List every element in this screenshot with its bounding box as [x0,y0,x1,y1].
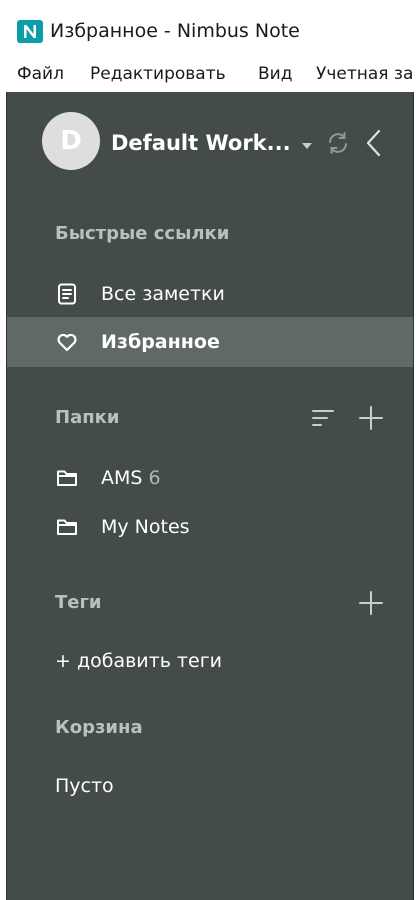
sidebar-item-all-notes[interactable]: Все заметки [7,269,413,319]
menu-account[interactable]: Учетная за [316,62,413,86]
workspace-avatar[interactable]: D [42,112,100,170]
sidebar: D Default Work... Быстрые ссылки Все зам… [6,92,414,900]
menu-file[interactable]: Файл [17,62,64,86]
add-folder-icon[interactable] [358,405,384,431]
note-icon [55,282,79,306]
sidebar-item-label: Избранное [101,331,220,353]
window-title: Избранное - Nimbus Note [50,20,300,42]
folder-icon [55,515,79,539]
workspace-name[interactable]: Default Work... [111,129,291,157]
workspace-dropdown-icon[interactable] [301,136,313,149]
collapse-sidebar-icon[interactable] [363,128,385,158]
folder-icon [55,466,79,490]
folder-item-ams[interactable]: AMS 6 [7,453,413,503]
tags-heading: Теги [55,592,102,613]
menu-bar: Файл Редактировать Вид Учетная за [0,58,420,92]
sidebar-item-label: Все заметки [101,283,225,305]
quick-links-heading: Быстрые ссылки [55,223,230,244]
add-tags-link[interactable]: + добавить теги [55,648,222,674]
title-bar: Избранное - Nimbus Note [0,0,420,58]
menu-edit[interactable]: Редактировать [90,62,226,86]
add-tag-icon[interactable] [358,590,384,616]
trash-status: Пусто [55,775,114,797]
heart-icon [55,330,79,354]
folder-item-my-notes[interactable]: My Notes [7,502,413,552]
nimbus-logo-icon [17,20,43,43]
folder-note-count: 6 [148,467,161,489]
app-window: Избранное - Nimbus Note Файл Редактирова… [0,0,420,900]
sync-icon[interactable] [325,130,351,156]
folders-heading: Папки [55,407,120,428]
sidebar-item-favorites[interactable]: Избранное [7,317,413,367]
trash-heading[interactable]: Корзина [55,716,143,740]
folder-label: My Notes [101,516,190,538]
sort-icon[interactable] [310,405,336,431]
menu-view[interactable]: Вид [258,62,292,86]
folder-name: AMS [101,467,143,489]
folder-label: AMS 6 [101,465,161,491]
